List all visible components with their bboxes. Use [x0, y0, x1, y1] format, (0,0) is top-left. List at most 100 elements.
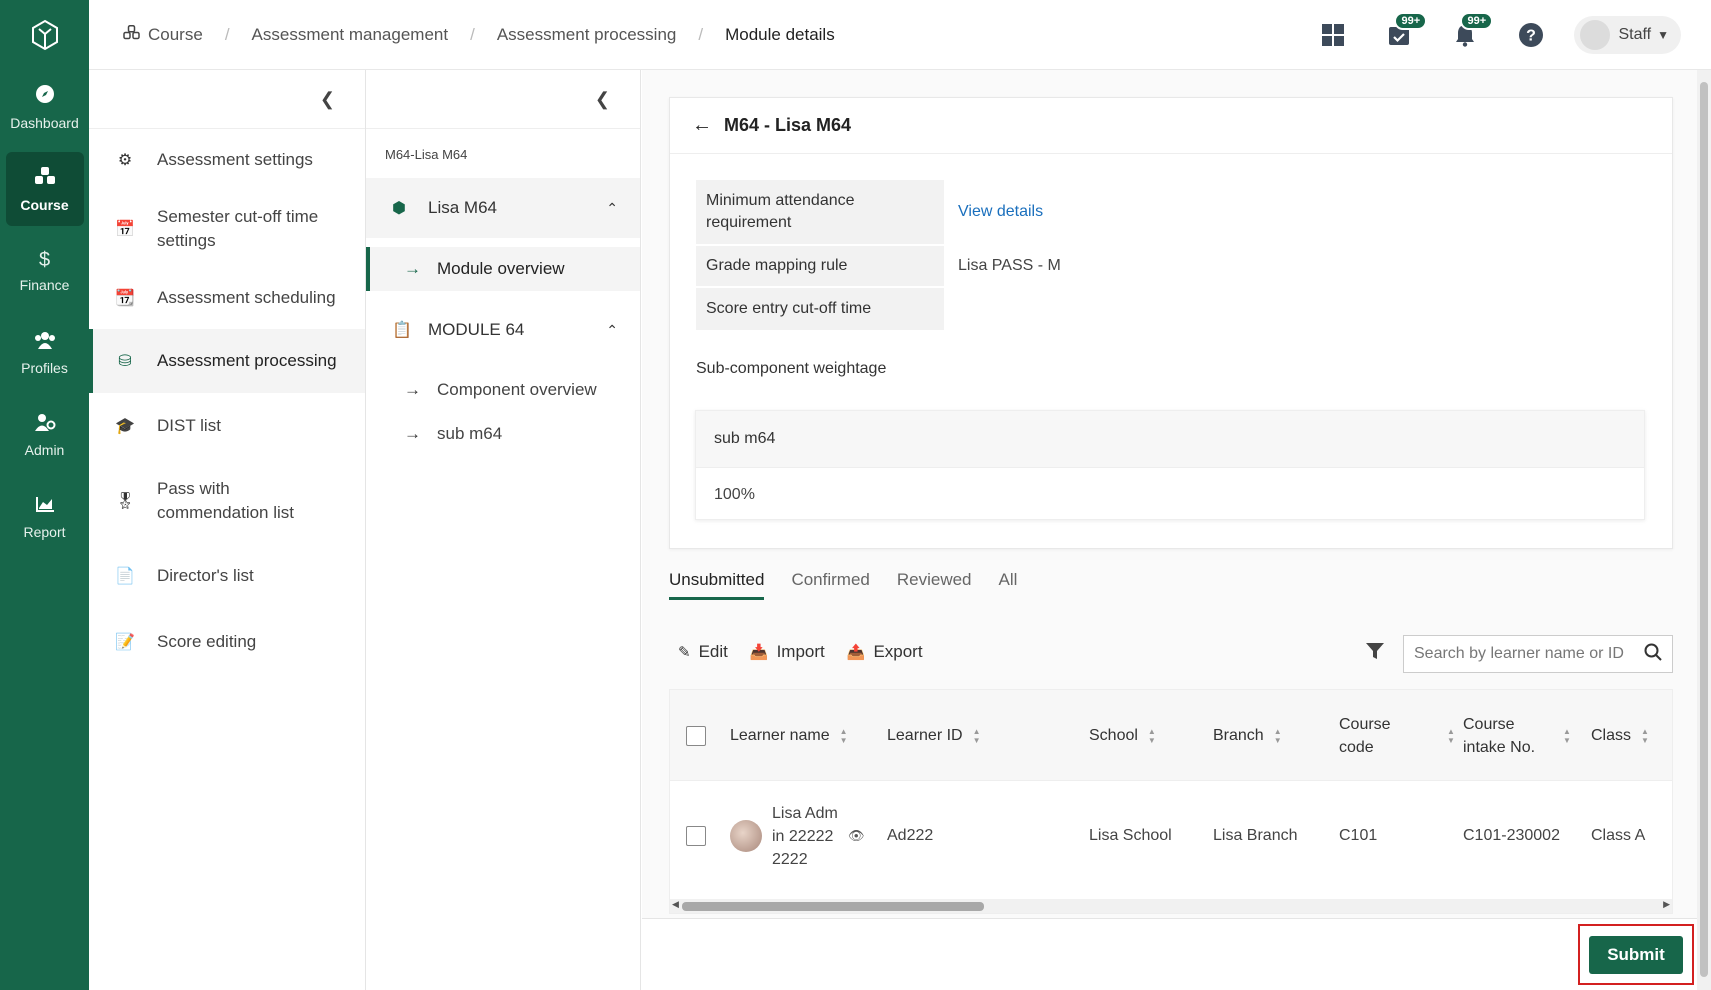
tab-confirmed[interactable]: Confirmed — [791, 570, 869, 600]
tab-reviewed[interactable]: Reviewed — [897, 570, 972, 600]
menu-item-label: Assessment processing — [157, 351, 337, 370]
menu-item-label: Pass with commendation list — [157, 479, 295, 522]
import-icon: 📥 — [749, 644, 769, 661]
tree-node-lisa-m64[interactable]: ⬢ Lisa M64 ⌃ — [366, 178, 640, 238]
rail-item-label: Course — [20, 196, 69, 213]
grade-mapping-value: Lisa PASS - M — [958, 257, 1061, 274]
filter-icon[interactable] — [1365, 641, 1385, 667]
graduation-cap-icon: 🎓 — [115, 418, 135, 435]
menu-item-directors-list[interactable]: 📄 Director's list — [89, 543, 365, 609]
col-branch[interactable]: Branch ▲ ▼ — [1213, 690, 1282, 781]
rail-item-label: Report — [23, 523, 66, 540]
rail-item-profiles[interactable]: Profiles — [6, 316, 84, 390]
notifications-badge: 99+ — [1460, 12, 1494, 30]
learners-table: Learner name ▲ ▼ Learner ID ▲ ▼ School ▲ ▼ Bra… — [669, 689, 1673, 914]
submit-highlight: Submit — [1578, 924, 1694, 985]
sort-icon: ▲ ▼ — [1147, 726, 1156, 745]
search-input[interactable] — [1414, 645, 1644, 663]
action-footer: Submit — [642, 918, 1697, 990]
view-details-link[interactable]: View details — [958, 180, 1043, 244]
sort-icon: ▲ ▼ — [1273, 726, 1282, 745]
app-logo[interactable] — [0, 0, 89, 70]
select-all-cell — [686, 690, 706, 781]
tab-unsubmitted[interactable]: Unsubmitted — [669, 570, 765, 600]
import-label: Import — [776, 642, 825, 661]
sort-icon: ▲ ▼ — [1447, 726, 1455, 745]
menu-item-assessment-settings[interactable]: ⚙ Assessment settings — [89, 129, 365, 191]
pencil-icon: ✎ — [678, 644, 691, 661]
menu-item-label: Director's list — [157, 566, 254, 585]
menu-item-score-editing[interactable]: 📝 Score editing — [89, 609, 365, 675]
cubes-icon — [34, 166, 56, 191]
menu-item-dist-list[interactable]: 🎓 DIST list — [89, 393, 365, 459]
module-title: M64 - Lisa M64 — [724, 115, 852, 135]
user-gear-icon — [34, 413, 56, 436]
rail-item-dashboard[interactable]: Dashboard — [6, 70, 84, 144]
rail-item-course[interactable]: Course — [5, 152, 84, 226]
field-label-score-cutoff: Score entry cut-off time — [696, 288, 944, 330]
help-button[interactable]: ? — [1516, 20, 1546, 50]
apps-grid-button[interactable] — [1318, 20, 1348, 50]
column-label: School — [1089, 726, 1138, 744]
tree-item-sub-m64[interactable]: → sub m64 — [366, 412, 640, 456]
tasks-button[interactable]: 99+ — [1384, 12, 1428, 50]
table-toolbar: ✎ Edit 📥 Import 📤 Export — [678, 642, 945, 662]
rail-item-label: Finance — [19, 277, 70, 293]
eye-icon[interactable]: 👁 — [848, 828, 865, 844]
column-label: Course code — [1339, 715, 1391, 756]
scrollbar-thumb[interactable] — [682, 902, 984, 911]
scroll-left-icon[interactable]: ◀ — [672, 899, 679, 910]
tree-item-component-overview[interactable]: → Component overview — [366, 368, 640, 412]
import-button[interactable]: 📥 Import — [750, 642, 825, 662]
tree-node-label: Lisa M64 — [428, 198, 497, 217]
cubes-icon — [123, 25, 140, 44]
notifications-button[interactable]: 99+ — [1450, 12, 1494, 50]
vertical-scrollbar[interactable] — [1697, 70, 1711, 990]
select-all-checkbox[interactable] — [686, 725, 706, 746]
submit-button[interactable]: Submit — [1589, 935, 1683, 974]
learner-name[interactable]: Lisa Admin 222222222 — [772, 802, 838, 871]
tree-node-module-64[interactable]: 📋 MODULE 64 ⌃ — [366, 302, 640, 358]
back-arrow-icon[interactable]: ← — [692, 114, 712, 137]
collapse-panel-button[interactable]: ❮ — [366, 70, 640, 129]
chevron-left-icon: ❮ — [319, 88, 335, 109]
top-header: Course / Assessment management / Assessm… — [89, 0, 1711, 70]
breadcrumb-assessment-processing[interactable]: Assessment processing — [497, 25, 677, 45]
row-checkbox[interactable] — [686, 826, 706, 846]
edit-button[interactable]: ✎ Edit — [678, 642, 728, 662]
logo-icon — [31, 19, 58, 51]
col-course-code[interactable]: Course code ▲ ▼ — [1339, 690, 1455, 781]
rail-item-admin[interactable]: Admin — [6, 398, 84, 472]
menu-item-assessment-processing[interactable]: ⛁ Assessment processing — [89, 329, 365, 393]
branch-cell: Lisa Branch — [1213, 827, 1298, 844]
collapse-panel-button[interactable]: ❮ — [89, 70, 365, 129]
menu-item-label: Assessment scheduling — [157, 288, 336, 307]
horizontal-scrollbar[interactable]: ◀ ▶ — [670, 899, 1672, 913]
menu-item-semester-cutoff[interactable]: 📅 Semester cut-off time settings — [89, 191, 365, 267]
search-icon[interactable] — [1644, 643, 1662, 666]
export-button[interactable]: 📤 Export — [847, 642, 923, 662]
column-label: Course intake No. — [1463, 715, 1536, 756]
main-nav-rail: Dashboard Course $ Finance Profiles Admi… — [0, 0, 89, 990]
tree-item-module-overview[interactable]: → Module overview — [366, 247, 640, 291]
menu-item-assessment-scheduling[interactable]: 📆 Assessment scheduling — [89, 267, 365, 329]
col-learner-id[interactable]: Learner ID ▲ ▼ — [887, 690, 981, 781]
chevron-up-icon: ⌃ — [606, 199, 618, 216]
rail-item-report[interactable]: Report — [6, 480, 84, 554]
breadcrumb-separator: / — [224, 24, 230, 44]
breadcrumb-course[interactable]: Course — [148, 25, 203, 45]
col-class[interactable]: Class ▲ ▼ — [1591, 690, 1649, 781]
col-school[interactable]: School ▲ ▼ — [1089, 690, 1156, 781]
learner-name-cell: Lisa Admin 222222222 👁 — [730, 781, 865, 891]
tab-all[interactable]: All — [999, 570, 1018, 600]
col-course-intake[interactable]: Course intake No. ▲ ▼ — [1463, 690, 1571, 781]
rail-item-finance[interactable]: $ Finance — [6, 234, 84, 308]
scroll-right-icon[interactable]: ▶ — [1663, 899, 1670, 910]
breadcrumb-assessment-management[interactable]: Assessment management — [252, 25, 449, 45]
row-select-cell — [686, 781, 706, 891]
scrollbar-thumb[interactable] — [1700, 82, 1708, 977]
database-icon: ⛁ — [118, 353, 132, 370]
user-menu[interactable]: Staff ▼ — [1574, 16, 1681, 54]
menu-item-pass-commendation[interactable]: 🎖 Pass with commendation list — [89, 459, 365, 543]
col-learner-name[interactable]: Learner name ▲ ▼ — [730, 690, 848, 781]
